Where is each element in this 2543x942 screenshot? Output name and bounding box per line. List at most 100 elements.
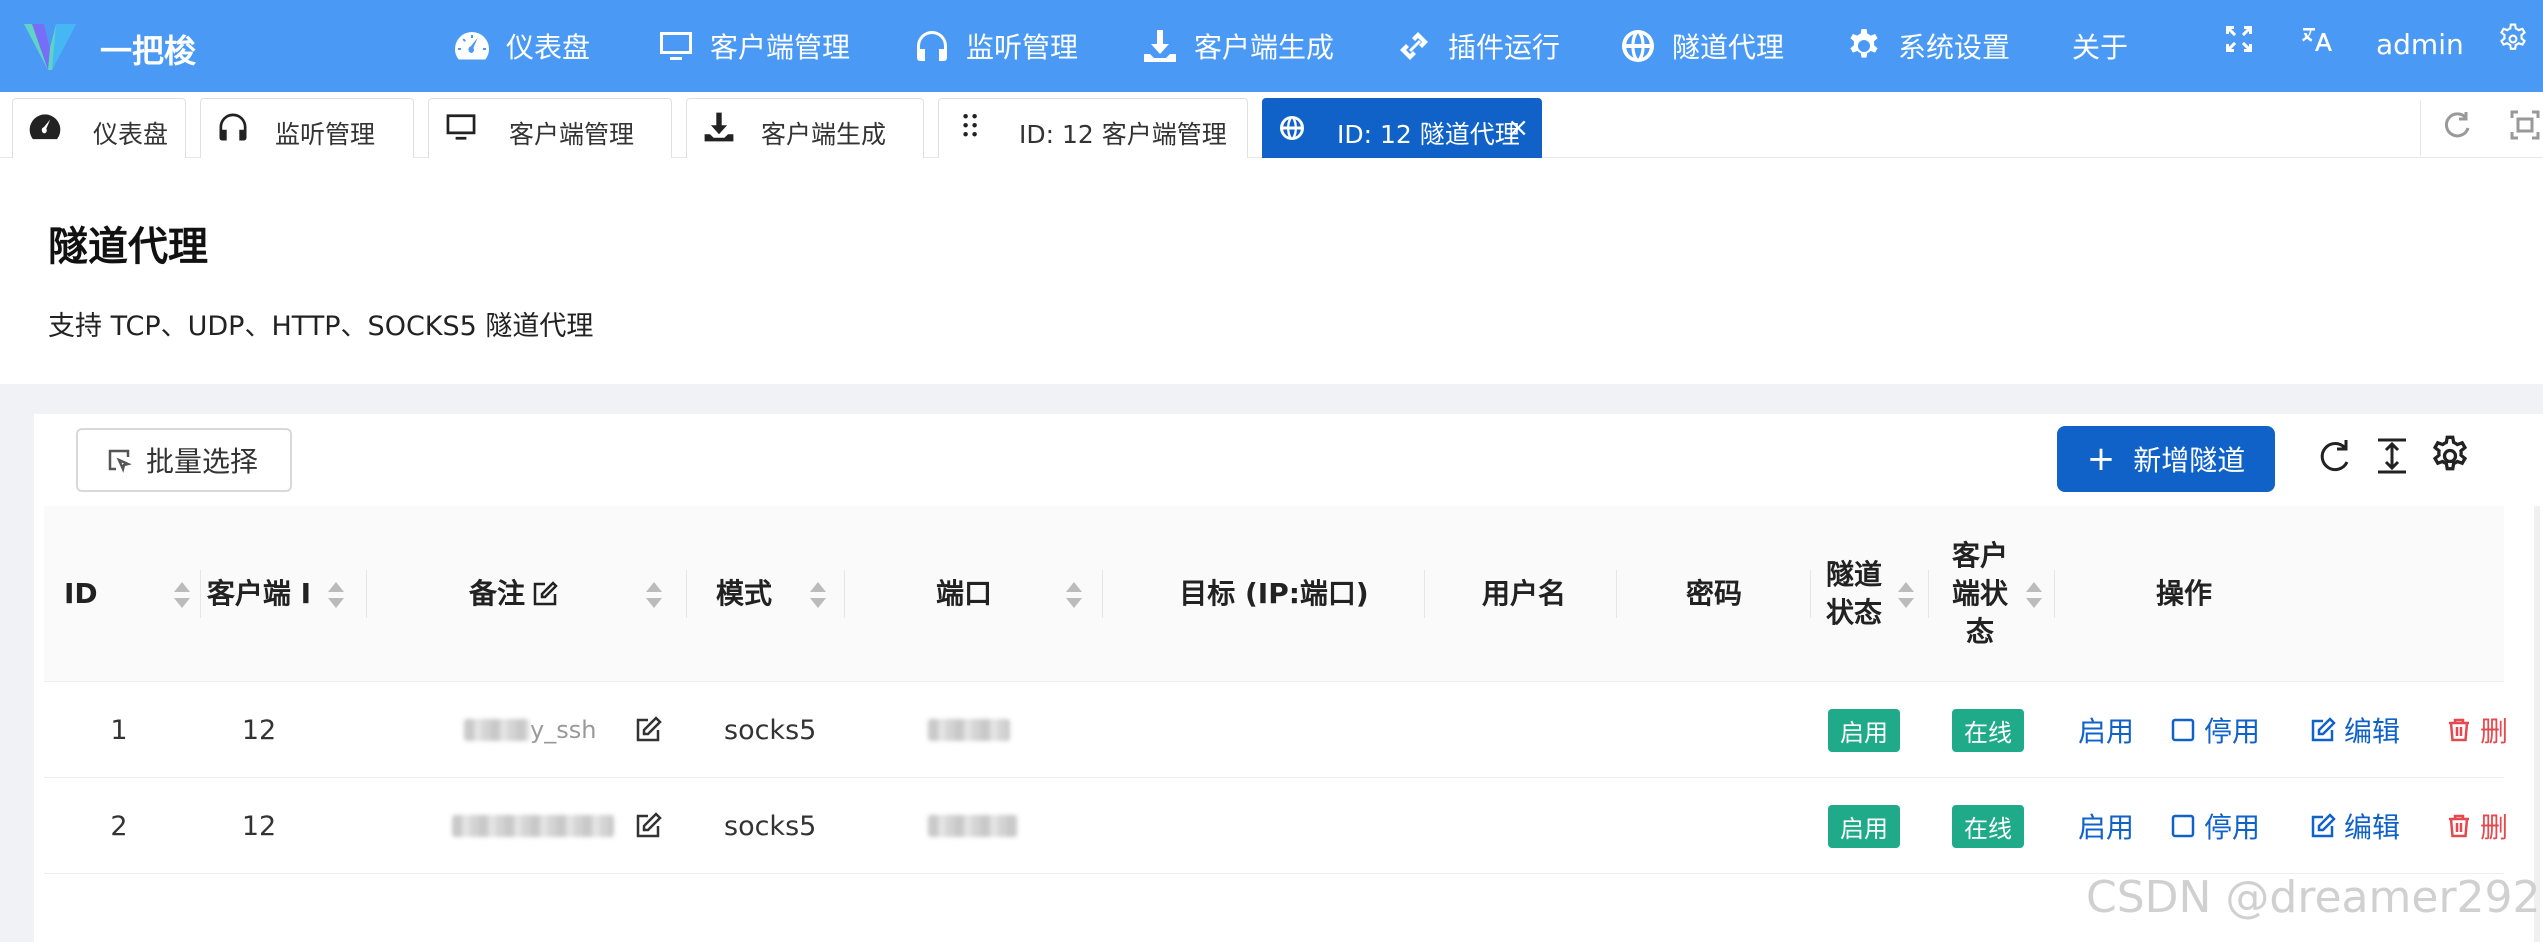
user-menu[interactable]: admin: [2376, 28, 2464, 61]
redacted-text: [928, 719, 1010, 741]
cell-port: [928, 682, 1028, 778]
language-button[interactable]: [2300, 22, 2334, 56]
gear-icon: [2500, 23, 2526, 50]
nav-tunnel-proxy[interactable]: 隧道代理: [1618, 26, 1784, 66]
sort-icon[interactable]: [1064, 580, 1084, 610]
edit-button[interactable]: 编辑: [2310, 778, 2400, 874]
sort-icon[interactable]: [1896, 580, 1916, 610]
dashboard-icon: [455, 32, 489, 60]
add-tunnel-label: 新增隧道: [2133, 444, 2246, 477]
sort-icon[interactable]: [326, 580, 346, 610]
batch-select-button[interactable]: 批量选择: [76, 428, 292, 492]
nav-client-management-label: 客户端管理: [710, 31, 851, 64]
cell-port: [928, 778, 1028, 874]
download-icon: [704, 112, 734, 142]
plus-icon: +: [2086, 439, 2116, 479]
tunnel-table-card: 批量选择 + 新增隧道 ID 客户端 I 备注 模式 端口 目标 (IP:端口): [34, 414, 2543, 942]
nav-listener-management-label: 监听管理: [966, 31, 1079, 64]
tab-client-12-management[interactable]: ID: 12 客户端管理: [938, 98, 1248, 158]
page-title: 隧道代理: [48, 224, 208, 270]
nav-about[interactable]: 关于: [2072, 26, 2128, 66]
col-header-client-status[interactable]: 客户端状态: [1942, 506, 2018, 682]
delete-label: 删: [2480, 715, 2509, 748]
add-tunnel-button[interactable]: + 新增隧道: [2057, 426, 2275, 492]
nav-client-management[interactable]: 客户端管理: [656, 26, 850, 66]
disable-button[interactable]: 停用: [2170, 682, 2260, 778]
sort-icon[interactable]: [2024, 580, 2044, 610]
app-logo: [24, 24, 76, 70]
col-header-id[interactable]: ID: [44, 506, 144, 682]
nav-plugin-run-label: 插件运行: [1448, 31, 1561, 64]
maximize-content-button[interactable]: [2508, 108, 2542, 146]
edit-remark-button[interactable]: [626, 682, 670, 778]
edit-remark-button[interactable]: [626, 778, 670, 874]
col-header-port[interactable]: 端口: [924, 506, 1004, 682]
reload-table-button[interactable]: [2312, 434, 2356, 478]
refresh-tab-button[interactable]: [2440, 108, 2474, 146]
table-settings-button[interactable]: [2428, 434, 2472, 478]
tab-listener-management-label: 监听管理: [275, 120, 376, 149]
nav-client-generate-label: 客户端生成: [1194, 31, 1335, 64]
nav-dashboard-label: 仪表盘: [506, 31, 591, 64]
col-header-remark[interactable]: 备注: [444, 506, 584, 682]
tab-client-generate[interactable]: 客户端生成: [686, 98, 924, 158]
cell-remark-visible: y_ssh: [530, 716, 597, 744]
cell-client-id: 12: [241, 714, 277, 746]
app-name: 一把梭: [100, 32, 197, 70]
col-header-tunnel-status[interactable]: 隧道状态: [1814, 506, 1894, 682]
delete-button[interactable]: 删: [2446, 778, 2508, 874]
delete-button[interactable]: 删: [2446, 682, 2508, 778]
gear-icon: [2432, 435, 2468, 471]
col-header-mode[interactable]: 模式: [704, 506, 784, 682]
download-icon: [1144, 30, 1176, 62]
edit-icon: [533, 581, 558, 606]
nav-listener-management[interactable]: 监听管理: [912, 26, 1078, 66]
monitor-icon: [446, 114, 476, 140]
tab-client-12-tunnel-proxy[interactable]: ID: 12 隧道代理 ×: [1262, 98, 1542, 158]
tab-dashboard[interactable]: 仪表盘: [12, 98, 186, 158]
cell-tunnel-status: 启用: [1824, 682, 1904, 778]
cell-client-status: 在线: [1948, 778, 2028, 874]
redacted-text: [464, 719, 530, 741]
status-badge: 启用: [1828, 708, 1900, 752]
sort-icon[interactable]: [172, 580, 192, 610]
nav-plugin-run[interactable]: 插件运行: [1394, 26, 1560, 66]
edit-label: 编辑: [2344, 811, 2401, 844]
globe-icon: [1622, 30, 1654, 62]
headphones-icon: [219, 113, 247, 141]
trash-icon: [2449, 814, 2469, 838]
sort-icon[interactable]: [644, 580, 664, 610]
enable-button[interactable]: 启用: [2078, 682, 2134, 778]
nav-tunnel-proxy-label: 隧道代理: [1672, 31, 1785, 64]
edit-icon: [636, 716, 662, 742]
tab-bar: 仪表盘 监听管理 客户端管理 客户端生成 ID: 12 客户端管理 ID: 12…: [0, 92, 2543, 158]
page-header: 隧道代理 支持 TCP、UDP、HTTP、SOCKS5 隧道代理: [0, 158, 2543, 384]
nav-system-settings[interactable]: 系统设置: [1844, 26, 2010, 66]
cell-client-status: 在线: [1948, 682, 2028, 778]
edit-button[interactable]: 编辑: [2310, 682, 2400, 778]
sort-icon[interactable]: [808, 580, 828, 610]
drag-dots-icon: [963, 113, 977, 137]
dashboard-icon: [29, 114, 61, 140]
cell-mode: socks5: [724, 714, 817, 746]
disable-button[interactable]: 停用: [2170, 778, 2260, 874]
cell-tunnel-status: 启用: [1824, 778, 1904, 874]
gear-icon: [1850, 29, 1878, 58]
stop-square-icon: [2171, 814, 2195, 838]
nav-dashboard[interactable]: 仪表盘: [452, 26, 590, 66]
tab-listener-management[interactable]: 监听管理: [200, 98, 414, 158]
globe-icon: [1280, 116, 1304, 140]
tab-client-management[interactable]: 客户端管理: [428, 98, 672, 158]
page-description: 支持 TCP、UDP、HTTP、SOCKS5 隧道代理: [48, 311, 594, 342]
status-badge: 在线: [1952, 708, 2024, 752]
fullscreen-button[interactable]: [2222, 22, 2256, 56]
col-header-client-id[interactable]: 客户端 I: [204, 506, 314, 682]
tab-client-12-tunnel-proxy-label: ID: 12 隧道代理: [1337, 120, 1520, 149]
col-header-actions: 操作: [2155, 577, 2212, 610]
tab-close-icon[interactable]: ×: [1507, 113, 1529, 143]
settings-button[interactable]: [2496, 22, 2530, 56]
batch-select-label: 批量选择: [146, 445, 259, 478]
nav-client-generate[interactable]: 客户端生成: [1140, 26, 1334, 66]
density-button[interactable]: [2370, 434, 2414, 478]
enable-button[interactable]: 启用: [2078, 778, 2134, 874]
